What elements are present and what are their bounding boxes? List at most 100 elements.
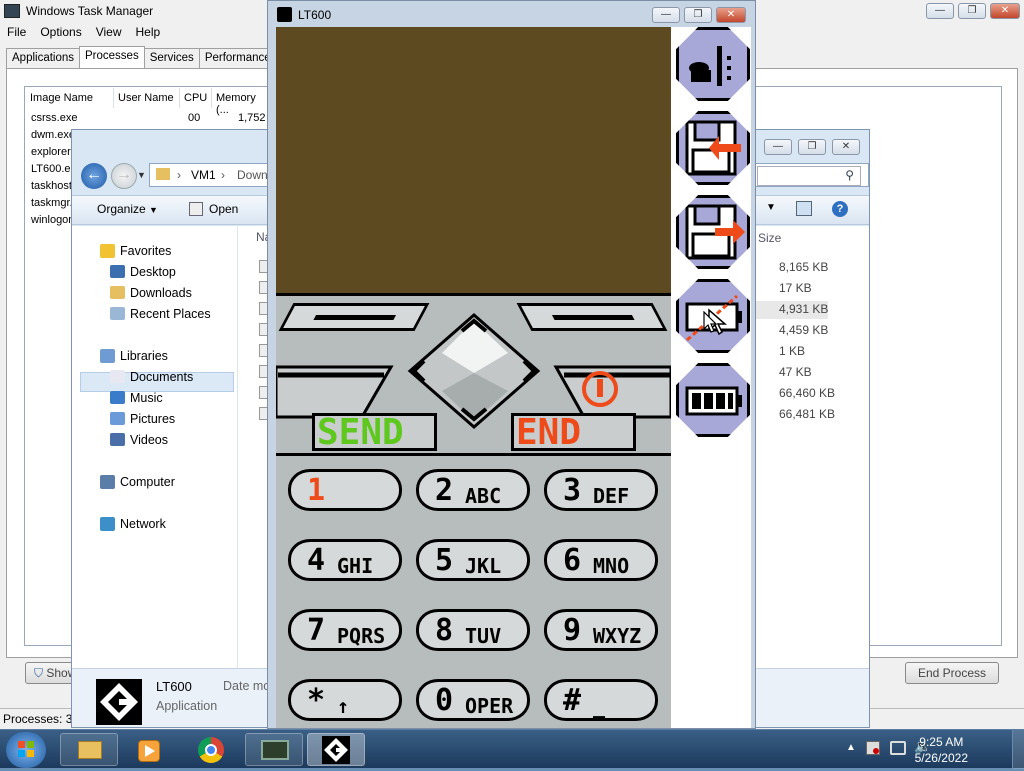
- phone-display: [276, 27, 671, 293]
- back-arrow-icon[interactable]: ←: [81, 163, 107, 189]
- process-row-name[interactable]: csrss.exe: [31, 112, 77, 124]
- process-row-name[interactable]: taskhost: [31, 180, 72, 192]
- load-state-icon[interactable]: [676, 111, 750, 185]
- key-0[interactable]: 0 OPER: [416, 679, 530, 721]
- mouse-cursor-icon: [703, 311, 717, 333]
- action-center-flag-icon[interactable]: [866, 741, 880, 755]
- computer-icon: [100, 475, 115, 489]
- close-button[interactable]: ✕: [990, 3, 1020, 19]
- phone-keypad: SEND END 1 2 ABC 3 DEF 4 GHI 5 JKL 6 MNO 7 PQRS 8 TUV 9…: [276, 293, 671, 728]
- save-state-icon[interactable]: [676, 195, 750, 269]
- taskbar-media-player-icon[interactable]: [120, 733, 178, 766]
- end-key[interactable]: END: [511, 412, 636, 453]
- process-row-name[interactable]: dwm.exe: [31, 129, 75, 141]
- minimize-button[interactable]: —: [926, 3, 954, 19]
- emulator-side-panel: [671, 27, 751, 728]
- key-letters: GHI: [337, 554, 374, 578]
- key-hash[interactable]: # _: [544, 679, 658, 721]
- tab-performance[interactable]: Performance: [198, 48, 277, 68]
- menu-view[interactable]: View: [89, 22, 129, 39]
- key-letters: TUV: [465, 624, 502, 648]
- end-label: END: [516, 412, 582, 453]
- send-key[interactable]: SEND: [312, 413, 437, 452]
- key-3[interactable]: 3 DEF: [544, 469, 658, 511]
- nav-group-favorites[interactable]: Favorites: [120, 244, 171, 258]
- process-row-name[interactable]: winlogon: [31, 214, 74, 226]
- nav-item-videos[interactable]: Videos: [130, 433, 168, 447]
- key-8[interactable]: 8 TUV: [416, 609, 530, 651]
- nav-item-downloads[interactable]: Downloads: [130, 286, 192, 300]
- clock-date: 5/26/2022: [914, 751, 968, 765]
- key-digit: 8: [435, 613, 454, 648]
- menu-file[interactable]: File: [0, 22, 33, 39]
- size-column-header[interactable]: Size: [758, 231, 781, 245]
- nav-group-network[interactable]: Network: [120, 517, 166, 531]
- close-button[interactable]: ✕: [832, 139, 860, 155]
- system-clock[interactable]: 9:25 AM 5/26/2022: [915, 734, 968, 766]
- taskbar-explorer-icon[interactable]: [60, 733, 118, 766]
- tab-applications[interactable]: Applications: [6, 48, 81, 68]
- column-memory[interactable]: Memory (...: [212, 88, 272, 116]
- tab-services[interactable]: Services: [143, 48, 200, 68]
- menu-options[interactable]: Options: [33, 22, 88, 39]
- taskbar-lt600-icon[interactable]: [307, 733, 365, 766]
- maximize-button[interactable]: ❐: [798, 139, 826, 155]
- key-9[interactable]: 9 WXYZ: [544, 609, 658, 651]
- key-digit: 0: [435, 683, 454, 718]
- maximize-button[interactable]: ❐: [958, 3, 986, 19]
- menu-help[interactable]: Help: [129, 22, 168, 39]
- key-7[interactable]: 7 PQRS: [288, 609, 402, 651]
- taskbar: ▲ 🔈 9:25 AM 5/26/2022: [0, 729, 1024, 769]
- end-process-button[interactable]: End Process: [905, 662, 999, 684]
- process-row-name[interactable]: taskmgr.: [31, 197, 73, 209]
- breadcrumb-downloads[interactable]: Downl: [237, 168, 270, 182]
- key-4[interactable]: 4 GHI: [288, 539, 402, 581]
- nav-item-music[interactable]: Music: [130, 391, 163, 405]
- column-cpu[interactable]: CPU: [180, 88, 212, 108]
- show-desktop-button[interactable]: [1012, 730, 1024, 769]
- lt600-app-icon: [277, 7, 292, 22]
- taskbar-chrome-icon[interactable]: [182, 733, 240, 766]
- nav-item-pictures[interactable]: Pictures: [130, 412, 175, 426]
- organize-button[interactable]: Organize ▼: [97, 202, 158, 216]
- show-hidden-icons-icon[interactable]: ▲: [846, 742, 856, 753]
- key-6[interactable]: 6 MNO: [544, 539, 658, 581]
- minimize-button[interactable]: —: [764, 139, 792, 155]
- forward-arrow-icon[interactable]: →: [111, 163, 137, 189]
- key-digit: #: [563, 683, 582, 718]
- nav-item-desktop[interactable]: Desktop: [130, 265, 176, 279]
- file-size-cell: 17 KB: [779, 281, 812, 295]
- key-letters: _: [593, 694, 606, 718]
- key-star[interactable]: * ↑: [288, 679, 402, 721]
- nav-group-computer[interactable]: Computer: [120, 475, 175, 489]
- process-row-name[interactable]: LT600.e: [31, 163, 71, 175]
- breadcrumb-vm1[interactable]: VM1: [191, 168, 216, 182]
- close-button[interactable]: ✕: [716, 7, 746, 23]
- network-icon[interactable]: [890, 741, 906, 755]
- key-digit: 7: [307, 613, 326, 648]
- open-button[interactable]: Open: [209, 202, 238, 216]
- key-1[interactable]: 1: [288, 469, 402, 511]
- nav-item-recent-places[interactable]: Recent Places: [130, 307, 211, 321]
- column-image-name[interactable]: Image Name: [26, 88, 114, 108]
- key-2[interactable]: 2 ABC: [416, 469, 530, 511]
- column-user-name[interactable]: User Name: [114, 88, 180, 108]
- history-dropdown-icon[interactable]: ▼: [137, 170, 146, 180]
- nav-item-documents[interactable]: Documents: [130, 370, 193, 384]
- flip-phone-icon[interactable]: [676, 27, 750, 101]
- preview-pane-icon[interactable]: [796, 201, 812, 216]
- key-5[interactable]: 5 JKL: [416, 539, 530, 581]
- nav-group-libraries[interactable]: Libraries: [120, 349, 168, 363]
- key-letters: ABC: [465, 484, 502, 508]
- process-row-name[interactable]: explorer: [31, 146, 71, 158]
- power-icon[interactable]: [582, 371, 618, 407]
- maximize-button[interactable]: ❐: [684, 7, 712, 23]
- view-dropdown-icon[interactable]: ▼: [766, 202, 776, 213]
- battery-full-icon[interactable]: [676, 363, 750, 437]
- taskbar-task-manager-icon[interactable]: [245, 733, 303, 766]
- minimize-button[interactable]: —: [652, 7, 680, 23]
- search-input[interactable]: ⚲: [757, 166, 861, 186]
- start-button[interactable]: [6, 732, 46, 768]
- tab-processes[interactable]: Processes: [79, 46, 145, 68]
- help-icon[interactable]: ?: [832, 201, 848, 217]
